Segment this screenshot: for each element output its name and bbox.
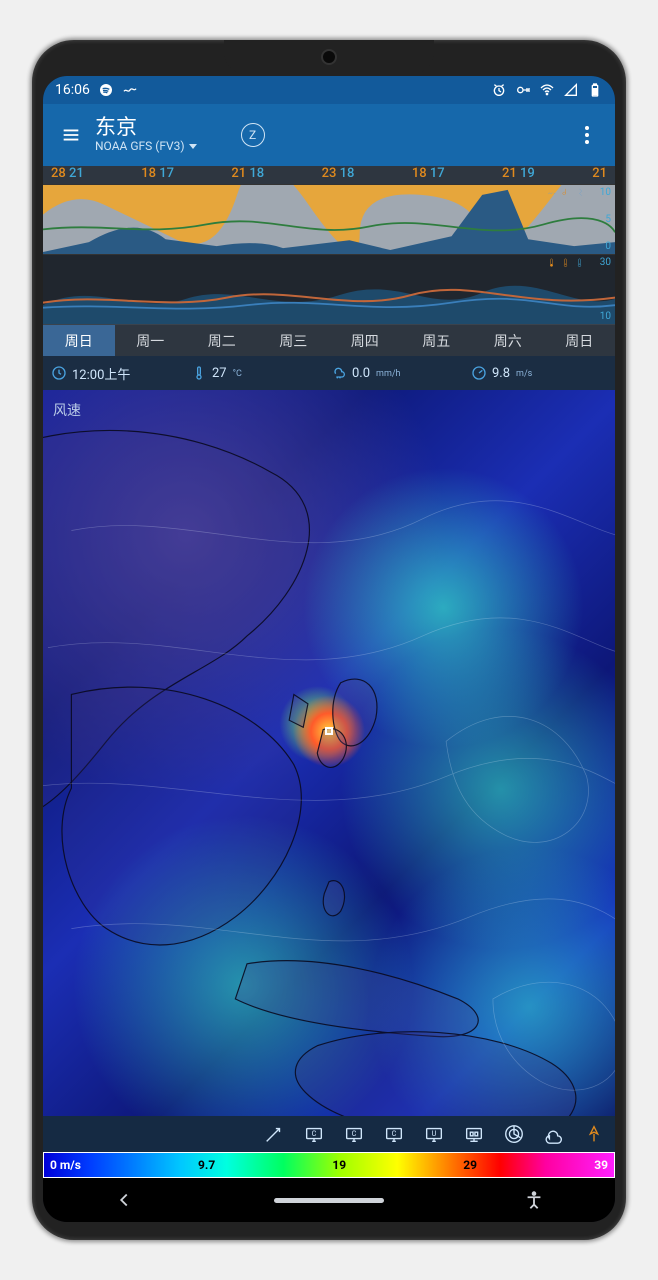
draw-icon[interactable] <box>263 1123 285 1145</box>
clock-icon <box>51 365 67 381</box>
phone-frame: 16:06 东京 NOAA GFS (FV3) <box>32 40 626 1240</box>
home-button[interactable] <box>274 1198 384 1203</box>
metric-temp[interactable]: 27 °C <box>191 365 327 381</box>
wifi-icon <box>539 82 555 98</box>
tri-icon[interactable] <box>583 1123 605 1145</box>
radar-icon[interactable] <box>503 1123 525 1145</box>
screen-multi-icon[interactable] <box>463 1123 485 1145</box>
alarm-icon <box>491 82 507 98</box>
accessibility-button[interactable] <box>523 1189 545 1211</box>
vpn-key-icon <box>515 82 531 98</box>
more-button[interactable] <box>567 115 607 155</box>
day-tabs: 周日 周一 周二 周三 周四 周五 周六 周日 <box>43 324 615 356</box>
scale-label-4: 39 <box>594 1158 608 1172</box>
scale-label-2: 19 <box>332 1158 346 1172</box>
tab-day-2[interactable]: 周二 <box>186 325 258 356</box>
svg-text:C: C <box>392 1129 397 1138</box>
metrics-bar: 12:00上午 27 °C 0.0 mm/h 9.8 m/s <box>43 356 615 390</box>
tab-day-4[interactable]: 周四 <box>329 325 401 356</box>
signal-icon <box>563 82 579 98</box>
screen-u-icon[interactable]: U <box>423 1123 445 1145</box>
app-bar: 东京 NOAA GFS (FV3) Z <box>43 104 615 166</box>
gauge-icon <box>471 365 487 381</box>
weather-map[interactable]: 风速 <box>43 390 615 1116</box>
wave-icon <box>122 82 138 98</box>
location-name: 东京 <box>95 117 197 140</box>
tab-day-6[interactable]: 周六 <box>472 325 544 356</box>
rain-icon <box>331 365 347 381</box>
y1-axis: 10 5 0 <box>600 187 611 252</box>
wind-streamlines <box>43 390 615 1116</box>
color-scale: 0 m/s 9.7 19 29 39 <box>43 1152 615 1178</box>
device-notch <box>224 40 434 74</box>
back-button[interactable] <box>113 1189 135 1211</box>
thermometer-icon <box>191 365 207 381</box>
tab-day-5[interactable]: 周五 <box>401 325 473 356</box>
temp-chart: 30 10 <box>43 254 615 324</box>
scale-label-1: 9.7 <box>198 1158 215 1172</box>
svg-text:U: U <box>432 1129 437 1138</box>
tab-day-0[interactable]: 周日 <box>43 325 115 356</box>
spotify-icon <box>98 82 114 98</box>
tab-day-1[interactable]: 周一 <box>115 325 187 356</box>
temp-row: 28 21 18 17 21 18 23 18 18 17 21 19 21 <box>43 166 615 184</box>
cloud-icon[interactable] <box>543 1123 565 1145</box>
y2-axis: 30 10 <box>600 257 611 322</box>
location-marker[interactable] <box>325 727 333 735</box>
tab-day-7[interactable]: 周日 <box>544 325 616 356</box>
battery-icon <box>587 82 603 98</box>
wind-precip-chart: 10 5 0 <box>43 184 615 254</box>
metric-precip[interactable]: 0.0 mm/h <box>331 365 467 381</box>
front-camera <box>321 49 337 65</box>
z-button[interactable]: Z <box>241 123 265 147</box>
status-bar: 16:06 <box>43 76 615 104</box>
location-selector[interactable]: 东京 NOAA GFS (FV3) <box>95 117 197 153</box>
screen-c1-icon[interactable]: C <box>303 1123 325 1145</box>
tab-day-3[interactable]: 周三 <box>258 325 330 356</box>
metric-time[interactable]: 12:00上午 <box>51 364 187 383</box>
svg-text:C: C <box>352 1129 357 1138</box>
model-dropdown[interactable]: NOAA GFS (FV3) <box>95 140 197 153</box>
map-overlay-label: 风速 <box>53 400 81 420</box>
layer-toolbar: C C C U <box>43 1116 615 1152</box>
svg-text:C: C <box>312 1129 317 1138</box>
metric-wind[interactable]: 9.8 m/s <box>471 365 607 381</box>
chevron-down-icon <box>189 144 197 149</box>
menu-button[interactable] <box>51 115 91 155</box>
screen-c2-icon[interactable]: C <box>343 1123 365 1145</box>
status-time: 16:06 <box>55 82 90 98</box>
scale-label-3: 29 <box>463 1158 477 1172</box>
android-nav-bar <box>43 1178 615 1222</box>
scale-label-0: 0 m/s <box>50 1158 81 1172</box>
screen-c3-icon[interactable]: C <box>383 1123 405 1145</box>
forecast-strip[interactable]: 28 21 18 17 21 18 23 18 18 17 21 19 21 <box>43 166 615 324</box>
screen: 16:06 东京 NOAA GFS (FV3) <box>43 76 615 1222</box>
